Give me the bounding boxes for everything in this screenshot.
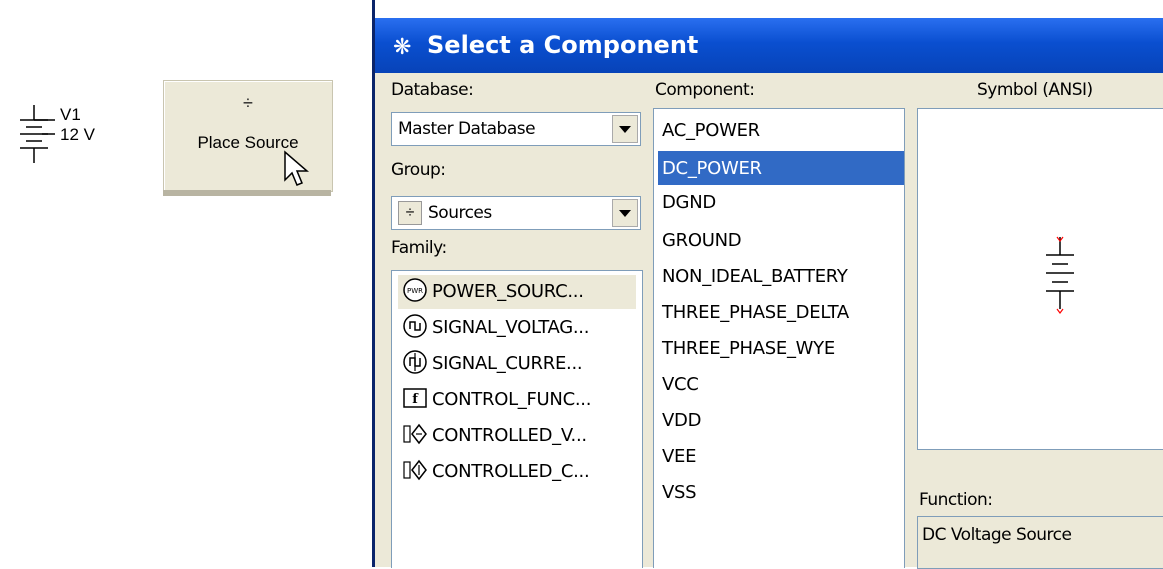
select-component-dialog: ❋ Select a Component Database: Master Da…: [372, 0, 1163, 569]
component-item[interactable]: VEE: [658, 439, 904, 473]
component-app-icon: ❋: [393, 34, 412, 59]
function-field: DC Voltage Source: [917, 516, 1163, 569]
schematic-dc-source: V1 12 V: [0, 95, 130, 185]
component-item-label: GROUND: [662, 230, 742, 251]
component-item-label: VSS: [662, 482, 697, 503]
source-value-label: 12 V: [60, 125, 95, 144]
controlled-voltage-icon: [403, 423, 427, 445]
component-item[interactable]: THREE_PHASE_WYE: [658, 331, 904, 365]
family-item-label: CONTROLLED_V...: [432, 425, 587, 446]
family-item-signal-voltage[interactable]: SIGNAL_VOLTAG...: [398, 311, 636, 345]
family-item-power-source[interactable]: PWR POWER_SOURC...: [398, 275, 636, 309]
component-item-label: THREE_PHASE_DELTA: [662, 302, 849, 323]
group-select[interactable]: ÷ Sources: [391, 196, 641, 230]
family-item-controlled-current[interactable]: CONTROLLED_C...: [398, 455, 636, 489]
family-item-label: POWER_SOURC...: [432, 281, 584, 302]
family-label: Family:: [391, 238, 447, 258]
component-item[interactable]: VSS: [658, 475, 904, 509]
family-item-label: SIGNAL_CURRE...: [432, 353, 583, 374]
family-item-control-function[interactable]: f CONTROL_FUNC...: [398, 383, 636, 417]
component-item[interactable]: THREE_PHASE_DELTA: [658, 295, 904, 329]
symbol-preview: [917, 108, 1163, 450]
function-label: Function:: [919, 490, 993, 510]
family-item-label: SIGNAL_VOLTAG...: [432, 317, 590, 338]
function-value: DC Voltage Source: [922, 525, 1072, 545]
family-item-signal-current[interactable]: SIGNAL_CURRE...: [398, 347, 636, 381]
group-value: Sources: [428, 203, 492, 223]
component-item-label: VDD: [662, 410, 702, 431]
component-item[interactable]: VCC: [658, 367, 904, 401]
component-item-label: NON_IDEAL_BATTERY: [662, 266, 848, 287]
component-item-label: VCC: [662, 374, 699, 395]
component-item-label: VEE: [662, 446, 697, 467]
sources-icon: ÷: [398, 201, 422, 225]
family-item-label: CONTROL_FUNC...: [432, 389, 592, 410]
component-label: Component:: [655, 80, 755, 100]
source-ref-label: V1: [60, 105, 81, 124]
component-item[interactable]: DGND: [658, 185, 904, 219]
component-item-label: DGND: [662, 192, 716, 213]
group-label: Group:: [391, 160, 446, 180]
top-margin: [375, 0, 1163, 18]
symbol-label: Symbol (ANSI): [977, 80, 1093, 100]
signal-voltage-icon: [403, 314, 427, 338]
mouse-cursor-icon: [284, 150, 310, 186]
component-item-label: DC_POWER: [662, 158, 762, 179]
component-item[interactable]: NON_IDEAL_BATTERY: [658, 259, 904, 293]
component-item-selected[interactable]: DC_POWER: [658, 151, 904, 185]
dc-source-icon: ÷: [243, 93, 253, 113]
svg-text:PWR: PWR: [407, 287, 423, 295]
dialog-titlebar[interactable]: ❋ Select a Component: [375, 18, 1163, 73]
database-label: Database:: [391, 80, 474, 100]
component-item[interactable]: GROUND: [658, 223, 904, 257]
power-source-icon: PWR: [403, 278, 427, 302]
chevron-down-icon[interactable]: [612, 199, 638, 227]
component-item[interactable]: AC_POWER: [658, 113, 904, 147]
component-item-label: THREE_PHASE_WYE: [662, 338, 835, 359]
signal-current-icon: [403, 350, 427, 374]
database-value: Master Database: [398, 119, 536, 139]
family-item-controlled-voltage[interactable]: CONTROLLED_V...: [398, 419, 636, 453]
control-function-icon: f: [403, 388, 427, 408]
component-item[interactable]: VDD: [658, 403, 904, 437]
family-item-label: CONTROLLED_C...: [432, 461, 590, 482]
chevron-down-icon[interactable]: [612, 115, 638, 143]
family-list[interactable]: PWR POWER_SOURC... SIGNAL_VOLTAG... SIGN…: [391, 270, 643, 568]
database-select[interactable]: Master Database: [391, 112, 641, 146]
dc-power-symbol-icon: [1046, 236, 1074, 314]
dialog-title: Select a Component: [427, 31, 699, 59]
controlled-current-icon: [403, 459, 427, 481]
component-item-label: AC_POWER: [662, 120, 760, 141]
component-list[interactable]: AC_POWER DC_POWER DGND GROUND NON_IDEAL_…: [653, 108, 905, 568]
